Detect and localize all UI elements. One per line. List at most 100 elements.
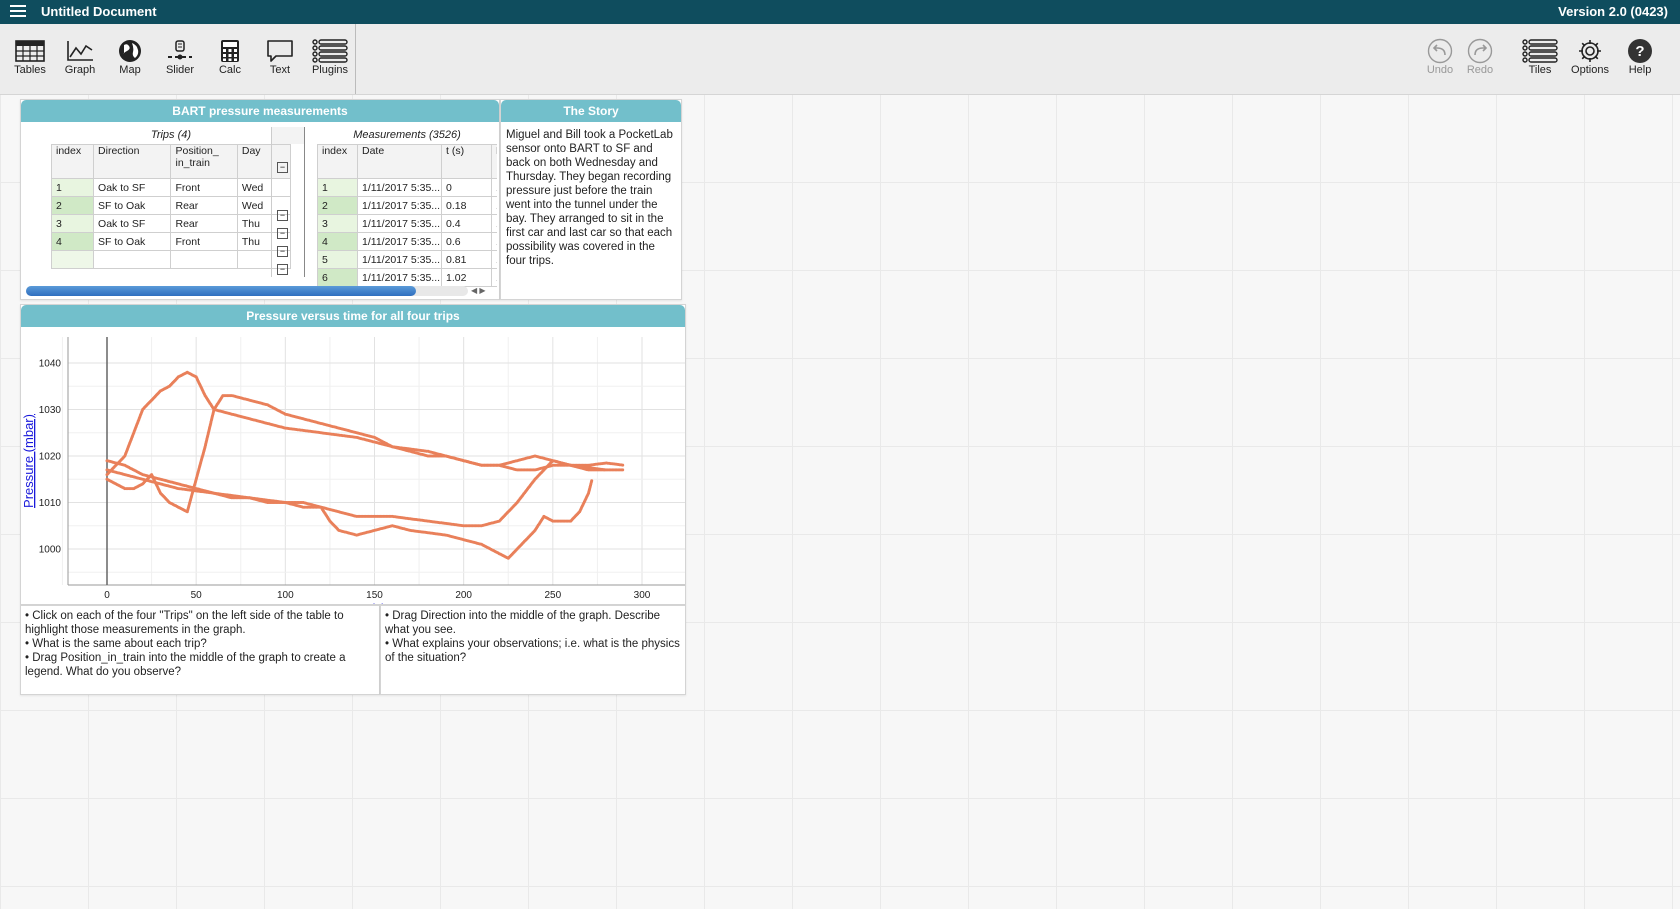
measurements-header-date[interactable]: Date xyxy=(357,144,442,179)
cell[interactable]: 1/11/2017 5:35... xyxy=(357,250,442,269)
cell[interactable]: SF to Oak xyxy=(93,232,172,251)
cell[interactable]: 0.18 xyxy=(441,196,492,215)
cell[interactable]: 0 xyxy=(441,178,492,197)
cell[interactable]: 1 xyxy=(491,196,497,215)
document-title[interactable]: Untitled Document xyxy=(41,4,157,19)
text-tool-button[interactable]: Text xyxy=(255,38,305,76)
collapse-row-icon[interactable]: − xyxy=(277,228,288,239)
text-label: Text xyxy=(269,64,291,76)
graph-tile[interactable]: Pressure versus time for all four trips … xyxy=(20,304,686,605)
y-tick-label: 1000 xyxy=(39,545,62,556)
cell[interactable]: 5 xyxy=(317,250,358,269)
cell[interactable]: 6 xyxy=(317,268,358,287)
table-row[interactable]: 21/11/2017 5:35...0.181 xyxy=(317,196,497,215)
cell[interactable]: SF to Oak xyxy=(93,196,172,215)
horizontal-scrollbar[interactable] xyxy=(26,286,468,296)
pressure-chart[interactable]: 0 50 100 150 200 250 300 1000 1010 1020 1030 1040 t … xyxy=(21,327,685,604)
trips-header-index[interactable]: index xyxy=(50,144,95,179)
measurements-header-t[interactable]: t (s) xyxy=(441,144,492,179)
graph-tile-title[interactable]: Pressure versus time for all four trips xyxy=(21,305,685,327)
help-icon: ? xyxy=(1615,38,1665,64)
notes-left-text[interactable]: • Click on each of the four "Trips" on t… xyxy=(25,609,375,679)
cell[interactable]: 0.81 xyxy=(441,250,492,269)
collapse-row-icon[interactable]: − xyxy=(277,210,288,221)
version-label: Version 2.0 (0423) xyxy=(1558,4,1668,19)
cell[interactable]: 1/11/2017 5:35... xyxy=(357,268,442,287)
cell[interactable]: Oak to SF xyxy=(93,214,172,233)
scroll-arrows[interactable]: ◀ ▶ xyxy=(471,286,499,296)
svg-text:?: ? xyxy=(1635,43,1644,60)
table-tile[interactable]: BART pressure measurements Trips (4) ind… xyxy=(20,99,500,300)
cell[interactable]: 1/11/2017 5:35... xyxy=(357,214,442,233)
collapse-row-icon[interactable]: − xyxy=(277,246,288,257)
toolbar: Tables Graph Map Slider Calc Text Plugin… xyxy=(0,24,1680,95)
table-row[interactable]: 51/11/2017 5:35...0.811 xyxy=(317,250,497,269)
calc-tool-button[interactable]: Calc xyxy=(205,38,255,76)
help-button[interactable]: ? Help xyxy=(1615,38,1665,76)
cell[interactable]: 3 xyxy=(50,214,95,233)
tiles-button[interactable]: Tiles xyxy=(1515,38,1565,76)
cell[interactable]: 1 xyxy=(317,178,358,197)
story-tile-title[interactable]: The Story xyxy=(501,100,681,122)
cell[interactable]: 1 xyxy=(491,232,497,251)
cell[interactable]: 1 xyxy=(491,178,497,197)
collapse-all-icon[interactable]: − xyxy=(277,162,288,173)
table-row[interactable]: 1 Oak to SF Front Wed xyxy=(50,178,292,197)
table-row[interactable]: 61/11/2017 5:35...1.021 xyxy=(317,268,497,287)
plugins-label: Plugins xyxy=(311,64,349,76)
tables-tool-button[interactable]: Tables xyxy=(5,38,55,76)
trips-table-title: Trips (4) xyxy=(150,129,192,141)
trips-header-direction[interactable]: Direction xyxy=(93,144,172,179)
cell[interactable]: 2 xyxy=(50,196,95,215)
cell[interactable]: 1/11/2017 5:35... xyxy=(357,178,442,197)
table-tile-title[interactable]: BART pressure measurements xyxy=(21,100,499,122)
cell[interactable]: 1 xyxy=(491,268,497,287)
cell[interactable]: 4 xyxy=(317,232,358,251)
notes-tile-left[interactable]: • Click on each of the four "Trips" on t… xyxy=(20,605,380,695)
measurements-header-pressure[interactable]: P ( xyxy=(491,144,497,179)
cell[interactable]: 1 xyxy=(491,214,497,233)
table-row[interactable]: 3 Oak to SF Rear Thu xyxy=(50,214,292,233)
cell[interactable]: 0.6 xyxy=(441,232,492,251)
cell[interactable]: Rear xyxy=(170,196,238,215)
cell[interactable]: 1/11/2017 5:35... xyxy=(357,232,442,251)
slider-tool-button[interactable]: Slider xyxy=(155,38,205,76)
cell[interactable]: 1/11/2017 5:35... xyxy=(357,196,442,215)
cell[interactable]: Oak to SF xyxy=(93,178,172,197)
cell[interactable]: 4 xyxy=(50,232,95,251)
calculator-icon xyxy=(205,38,255,64)
cell[interactable]: Front xyxy=(170,178,238,197)
x-tick-label: 50 xyxy=(191,590,203,601)
cell[interactable]: Rear xyxy=(170,214,238,233)
map-tool-button[interactable]: Map xyxy=(105,38,155,76)
cell[interactable]: 1 xyxy=(50,178,95,197)
cell[interactable]: 1.02 xyxy=(441,268,492,287)
trips-header-position[interactable]: Position_ in_train xyxy=(170,144,238,179)
x-tick-label: 0 xyxy=(104,590,110,601)
redo-button[interactable]: Redo xyxy=(1455,38,1505,76)
table-row[interactable]: 41/11/2017 5:35...0.61 xyxy=(317,232,497,251)
hamburger-menu-icon[interactable] xyxy=(10,5,26,19)
scrollbar-thumb[interactable] xyxy=(26,286,416,296)
story-text[interactable]: Miguel and Bill took a PocketLab sensor … xyxy=(506,128,677,268)
cell[interactable]: 0.4 xyxy=(441,214,492,233)
table-row[interactable]: 31/11/2017 5:35...0.41 xyxy=(317,214,497,233)
story-tile[interactable]: The Story Miguel and Bill took a PocketL… xyxy=(500,99,682,300)
table-row[interactable]: 4 SF to Oak Front Thu xyxy=(50,232,292,251)
collapse-row-icon[interactable]: − xyxy=(277,264,288,275)
cell[interactable]: 1 xyxy=(491,250,497,269)
measurements-header-index[interactable]: index xyxy=(317,144,358,179)
new-row[interactable] xyxy=(50,250,292,269)
cell[interactable]: 3 xyxy=(317,214,358,233)
cell[interactable]: 2 xyxy=(317,196,358,215)
graph-tool-button[interactable]: Graph xyxy=(55,38,105,76)
cell[interactable]: Front xyxy=(170,232,238,251)
notes-tile-right[interactable]: • Drag Direction into the middle of the … xyxy=(380,605,686,695)
table-row[interactable]: 2 SF to Oak Rear Wed xyxy=(50,196,292,215)
table-row[interactable]: 11/11/2017 5:35...01 xyxy=(317,178,497,197)
notes-right-text[interactable]: • Drag Direction into the middle of the … xyxy=(385,609,681,665)
plugins-tool-button[interactable]: Plugins xyxy=(305,38,355,76)
options-button[interactable]: Options xyxy=(1565,38,1615,76)
y-tick-label: 1010 xyxy=(39,498,62,509)
title-bar: Untitled Document Version 2.0 (0423) xyxy=(0,0,1680,24)
